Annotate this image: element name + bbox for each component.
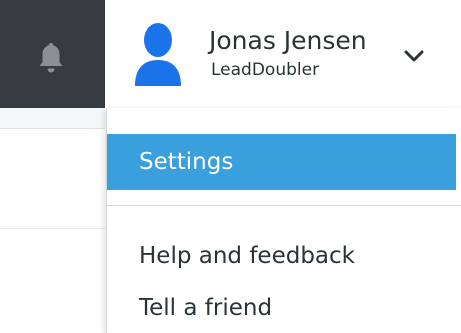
user-name: Jonas Jensen	[209, 26, 367, 55]
menu-item-tell-a-friend[interactable]: Tell a friend	[107, 288, 456, 328]
user-avatar-icon	[131, 22, 185, 86]
app-screen: Jonas Jensen LeadDoubler Settings Help a…	[0, 0, 461, 333]
user-dropdown-menu: Settings Help and feedback Tell a friend	[106, 108, 461, 333]
header-toolbar	[0, 0, 105, 108]
top-header: Jonas Jensen LeadDoubler	[0, 0, 461, 108]
page-content-header	[0, 108, 105, 129]
bell-icon[interactable]	[37, 41, 65, 75]
divider	[0, 228, 105, 229]
menu-item-help-and-feedback[interactable]: Help and feedback	[107, 236, 456, 276]
menu-divider	[107, 205, 461, 206]
menu-item-settings[interactable]: Settings	[107, 134, 456, 190]
chevron-down-icon[interactable]	[404, 48, 424, 62]
user-menu-trigger[interactable]: Jonas Jensen LeadDoubler	[105, 0, 461, 108]
user-organization: LeadDoubler	[211, 60, 320, 80]
